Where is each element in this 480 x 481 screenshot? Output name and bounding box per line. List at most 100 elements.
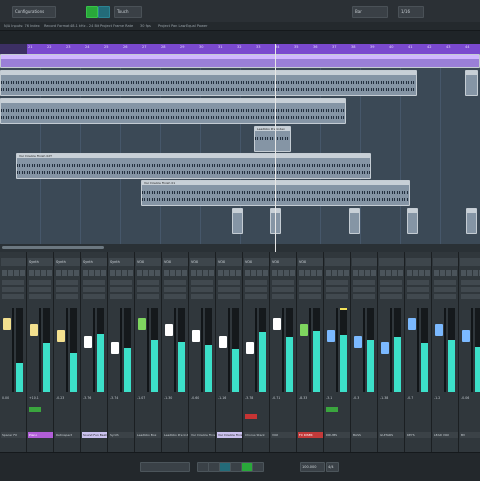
channel-button[interactable] xyxy=(257,270,262,276)
insert-slot[interactable] xyxy=(137,294,159,299)
channel-button[interactable] xyxy=(299,270,304,276)
channel-button[interactable] xyxy=(137,270,142,276)
channel-name[interactable]: Sound Fun Beats xyxy=(82,432,107,438)
channel-button[interactable] xyxy=(170,270,175,276)
channel-button[interactable] xyxy=(326,270,331,276)
fader-value[interactable]: -1.38 xyxy=(380,396,388,400)
configuration-button[interactable]: Configurations xyxy=(12,6,56,18)
channel-button[interactable] xyxy=(56,270,61,276)
channel-button[interactable] xyxy=(41,270,46,276)
channel-button[interactable] xyxy=(467,270,472,276)
record-mode-button[interactable] xyxy=(86,6,98,18)
channel-button[interactable] xyxy=(197,270,202,276)
fader-cap[interactable] xyxy=(192,330,200,342)
fader-cap[interactable] xyxy=(165,324,173,336)
channel-button[interactable] xyxy=(182,270,187,276)
fader-value[interactable]: -1.2 xyxy=(434,396,440,400)
fader-cap[interactable] xyxy=(138,318,146,330)
channel-button[interactable] xyxy=(344,270,349,276)
channel-button[interactable] xyxy=(338,270,343,276)
channel-button[interactable] xyxy=(143,270,148,276)
channel-button[interactable] xyxy=(272,270,277,276)
channel-header[interactable] xyxy=(460,258,480,266)
channel-button[interactable] xyxy=(29,270,34,276)
insert-slot[interactable] xyxy=(110,287,132,292)
fader-cap[interactable] xyxy=(354,336,362,348)
timeline-ruler[interactable]: 21 22 23 24 25 26 27 28 29 30 31 32 33 34 35 36 37 38 39 40… xyxy=(0,44,480,54)
fader-value[interactable]: -3.76 xyxy=(83,396,91,400)
channel-button[interactable] xyxy=(164,270,169,276)
channel-name[interactable]: KEYS xyxy=(406,432,431,438)
channel-name[interactable]: Synth xyxy=(109,432,134,438)
insert-slot[interactable] xyxy=(56,280,78,285)
insert-slot[interactable] xyxy=(29,287,51,292)
fader-cap[interactable] xyxy=(300,324,308,336)
channel-button[interactable] xyxy=(440,270,445,276)
fader-cap[interactable] xyxy=(30,324,38,336)
channel-button[interactable] xyxy=(149,270,154,276)
channel-name[interactable]: BV xyxy=(460,432,480,438)
insert-slot[interactable] xyxy=(326,280,348,285)
fader-cap[interactable] xyxy=(462,330,470,342)
insert-slot[interactable] xyxy=(110,294,132,299)
insert-slot[interactable] xyxy=(326,294,348,299)
channel-button[interactable] xyxy=(230,270,235,276)
channel-button[interactable] xyxy=(305,270,310,276)
automation-button[interactable] xyxy=(98,6,110,18)
channel-button[interactable] xyxy=(311,270,316,276)
insert-slot[interactable] xyxy=(137,280,159,285)
insert-slot[interactable] xyxy=(461,287,480,292)
insert-slot[interactable] xyxy=(29,294,51,299)
fader-cap[interactable] xyxy=(273,318,281,330)
channel-header[interactable]: VOX xyxy=(163,258,188,266)
insert-slot[interactable] xyxy=(272,287,294,292)
channel-button[interactable] xyxy=(434,270,439,276)
channel-button[interactable] xyxy=(392,270,397,276)
fader-track[interactable] xyxy=(417,308,419,392)
channel-button[interactable] xyxy=(290,270,295,276)
channel-button[interactable] xyxy=(371,270,376,276)
channel-button[interactable] xyxy=(101,270,106,276)
insert-slot[interactable] xyxy=(56,294,78,299)
fader-track[interactable] xyxy=(12,308,14,392)
channel-header[interactable] xyxy=(433,258,458,266)
channel-header[interactable] xyxy=(352,258,377,266)
tempo-display[interactable]: 100.000 xyxy=(300,462,325,472)
fader-track[interactable] xyxy=(444,308,446,392)
channel-button[interactable] xyxy=(278,270,283,276)
channel-button[interactable] xyxy=(191,270,196,276)
channel-button[interactable] xyxy=(332,270,337,276)
channel-button[interactable] xyxy=(14,270,19,276)
quantize-dropdown[interactable]: 1/16 xyxy=(398,6,424,18)
insert-slot[interactable] xyxy=(299,280,321,285)
insert-slot[interactable] xyxy=(353,294,375,299)
fader-cap[interactable] xyxy=(219,336,227,348)
audio-clip[interactable]: Voc Double Finish 02T xyxy=(16,153,371,179)
channel-header[interactable] xyxy=(325,258,350,266)
channel-button[interactable] xyxy=(386,270,391,276)
channel-button[interactable] xyxy=(35,270,40,276)
fader-value[interactable]: -0.60 xyxy=(191,396,199,400)
insert-slot[interactable] xyxy=(191,287,213,292)
channel-button[interactable] xyxy=(359,270,364,276)
channel-button[interactable] xyxy=(236,270,241,276)
channel-name[interactable]: Spacer FX xyxy=(1,432,26,438)
channel-header[interactable]: Synth xyxy=(82,258,107,266)
channel-button[interactable] xyxy=(365,270,370,276)
insert-slot[interactable] xyxy=(245,287,267,292)
fader-track[interactable] xyxy=(201,308,203,392)
transport-locator[interactable] xyxy=(140,462,190,472)
insert-slot[interactable] xyxy=(407,294,429,299)
audio-clip[interactable] xyxy=(465,70,478,96)
insert-slot[interactable] xyxy=(245,294,267,299)
channel-name[interactable]: BASS xyxy=(352,432,377,438)
fader-cap[interactable] xyxy=(327,330,335,342)
audio-clip[interactable] xyxy=(232,208,243,234)
channel-button[interactable] xyxy=(128,270,133,276)
channel-header[interactable] xyxy=(379,258,404,266)
channel-header[interactable]: Synth xyxy=(55,258,80,266)
fader-value[interactable]: -0.23 xyxy=(56,396,64,400)
fader-value[interactable]: -0.3 xyxy=(353,396,359,400)
insert-slot[interactable] xyxy=(29,280,51,285)
insert-slot[interactable] xyxy=(218,287,240,292)
